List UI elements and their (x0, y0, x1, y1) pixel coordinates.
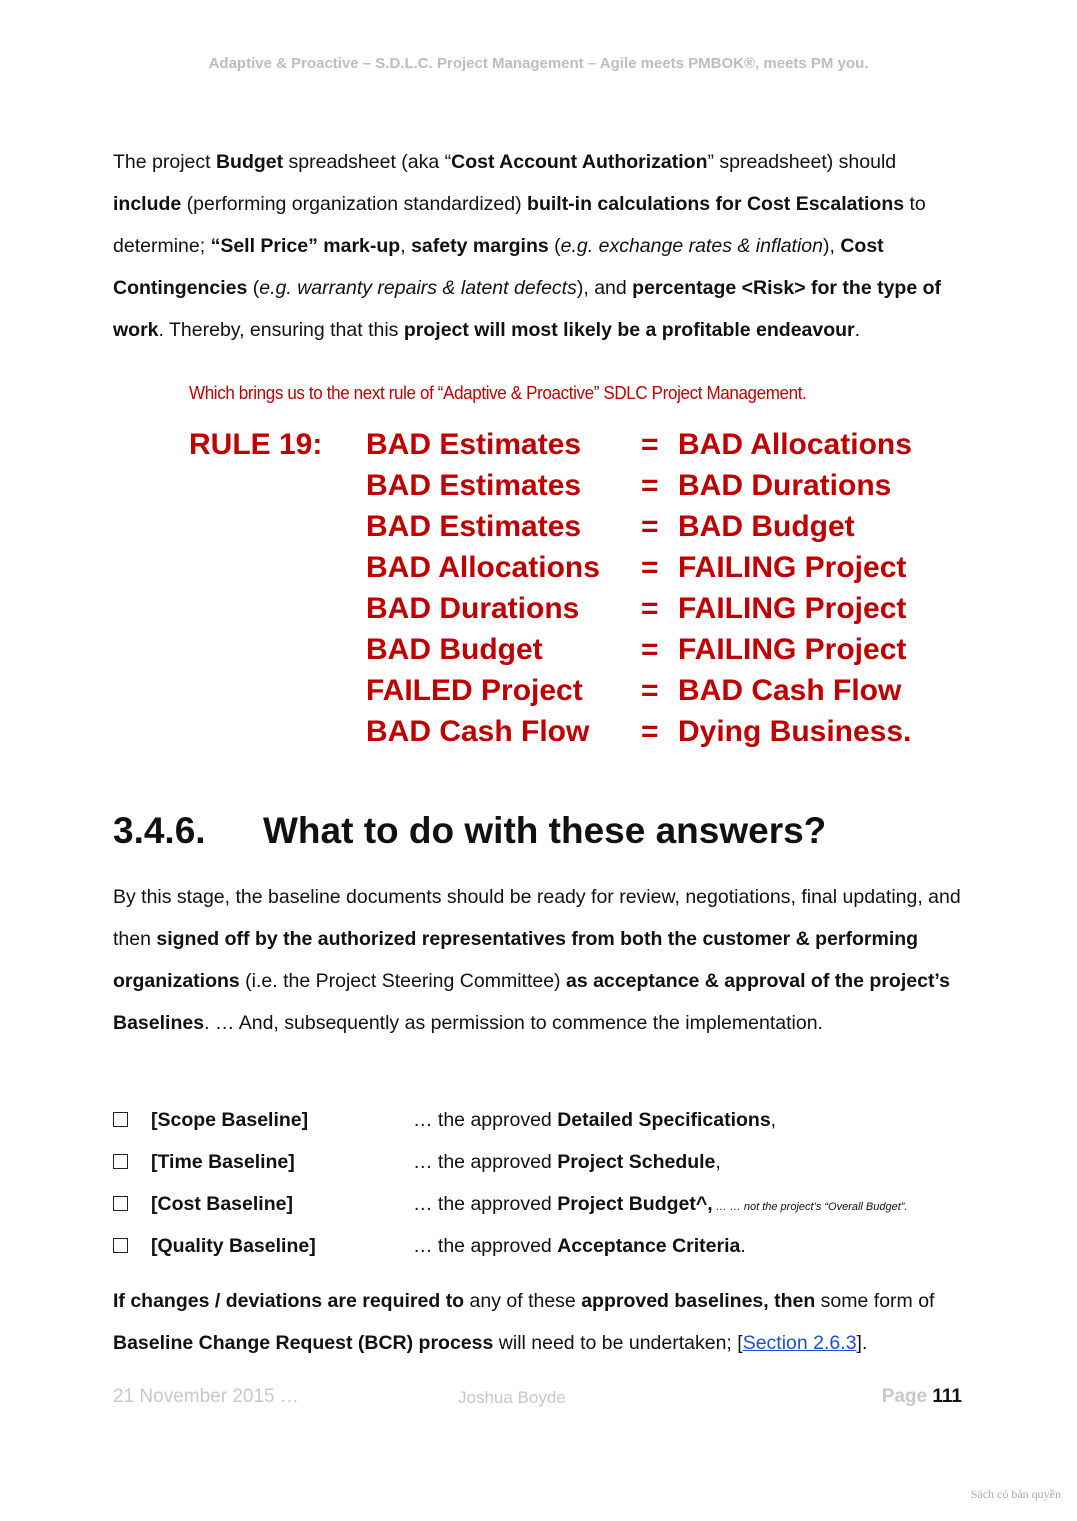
checkbox-icon (113, 1196, 128, 1211)
rule-rhs: BAD Cash Flow (678, 674, 902, 707)
rule-lhs: BAD Allocations (366, 551, 600, 584)
footer-page: Page 111 (881, 1386, 962, 1407)
rule-equals: = (641, 428, 659, 461)
rule-rhs: FAILING Project (678, 551, 907, 584)
rule-label: RULE 19: (189, 428, 323, 461)
page-number: 111 (932, 1386, 962, 1407)
baseline-description: … the approved Project Schedule, (413, 1151, 721, 1173)
rule-intro: Which brings us to the next rule of “Ada… (189, 382, 807, 403)
rule-equals: = (641, 510, 659, 543)
baseline-name: [Scope Baseline] (151, 1109, 309, 1131)
section-heading: 3.4.6. What to do with these answers? (113, 810, 826, 852)
section-link[interactable]: Section 2.6.3 (743, 1332, 857, 1354)
rule-rhs: BAD Allocations (678, 428, 912, 461)
answers-paragraph: By this stage, the baseline documents sh… (113, 886, 961, 1034)
rule-rhs: FAILING Project (678, 592, 907, 625)
rule-lhs: BAD Cash Flow (366, 715, 590, 748)
footer-author: Joshua Boyde (458, 1388, 566, 1407)
rule-lhs: FAILED Project (366, 674, 583, 707)
budget-note: … … not the project’s “Overall Budget”. (712, 1201, 908, 1213)
rule-lhs: BAD Budget (366, 633, 543, 666)
rule-lhs: BAD Estimates (366, 428, 582, 461)
rule-equals: = (641, 715, 659, 748)
rule-lhs: BAD Durations (366, 592, 580, 625)
rule-equals: = (641, 592, 659, 625)
baseline-description: … the approved Project Budget^, … … not … (413, 1193, 908, 1215)
baseline-name: [Time Baseline] (151, 1151, 295, 1173)
rule-equals: = (641, 551, 659, 584)
baseline-name: [Quality Baseline] (151, 1235, 316, 1257)
section-title: What to do with these answers? (263, 810, 827, 851)
rule-equals: = (641, 633, 659, 666)
rule-lhs: BAD Estimates (366, 469, 582, 502)
rule-lhs: BAD Estimates (366, 510, 582, 543)
checkbox-icon (113, 1112, 128, 1127)
change-paragraph: If changes / deviations are required to … (113, 1290, 935, 1354)
footer-date: 21 November 2015 … (113, 1386, 299, 1407)
rule-rhs: BAD Budget (678, 510, 855, 543)
rule-rhs: BAD Durations (678, 469, 892, 502)
watermark: Sách có bản quyền (970, 1487, 1061, 1501)
baseline-description: … the approved Acceptance Criteria. (413, 1235, 746, 1257)
rule-rhs: FAILING Project (678, 633, 907, 666)
checkbox-icon (113, 1154, 128, 1169)
budget-paragraph: The project Budget spreadsheet (aka “Cos… (113, 151, 941, 341)
rule-rhs: Dying Business. (678, 715, 912, 748)
rule-equals: = (641, 469, 659, 502)
checkbox-icon (113, 1238, 128, 1253)
running-header: Adaptive & Proactive – S.D.L.C. Project … (208, 55, 869, 72)
section-number: 3.4.6. (113, 810, 206, 851)
baseline-name: [Cost Baseline] (151, 1193, 293, 1215)
rule-equals: = (641, 674, 659, 707)
baseline-description: … the approved Detailed Specifications, (413, 1109, 777, 1131)
